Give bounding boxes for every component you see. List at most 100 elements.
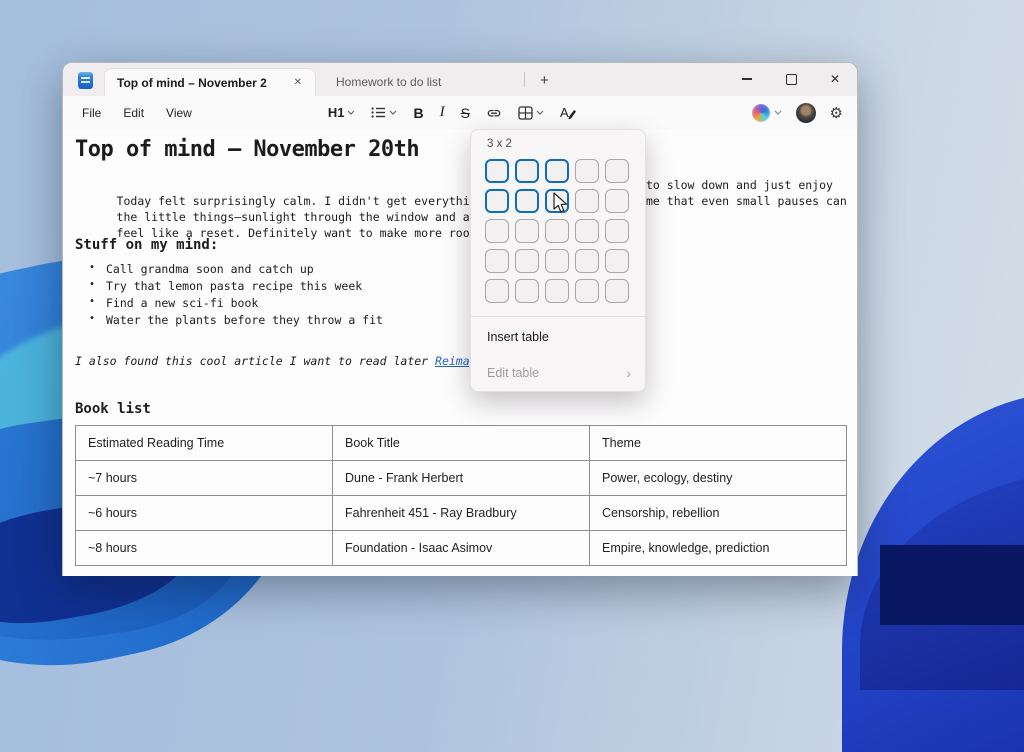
table-button[interactable] [511,102,551,124]
grid-cell[interactable] [605,219,629,243]
menu-edit[interactable]: Edit [112,101,155,125]
table-cell: ~8 hours [75,530,333,566]
minimize-button[interactable] [725,63,769,95]
minimize-icon [742,78,752,80]
caption-buttons: ✕ [725,63,857,95]
menu-view[interactable]: View [155,101,203,125]
link-button[interactable] [479,102,509,124]
list-item-text: Try that lemon pasta recipe this week [106,279,363,293]
table-row: ~7 hours Dune - Frank Herbert Power, eco… [75,460,847,496]
menu-item-edit-table: Edit table › [471,356,645,390]
tab-bar: Top of mind – November 2 ✕ Homework to d… [63,63,857,96]
new-tab-button[interactable]: + [535,72,554,89]
table-row: ~6 hours Fahrenheit 451 - Ray Bradbury C… [75,495,847,531]
maximize-button[interactable] [769,63,813,95]
svg-text:A: A [560,105,569,120]
rewrite-icon: A [560,105,576,120]
rewrite-button[interactable]: A [553,101,584,124]
grid-cell[interactable] [605,249,629,273]
table-header-row: Estimated Reading Time Book Title Theme [75,425,847,461]
table-header-cell: Theme [589,425,847,461]
chevron-down-icon [774,110,781,115]
menu-file[interactable]: File [71,101,112,125]
wallpaper-bloom-right-navy [880,545,1024,625]
wallpaper-bloom-right-inner [860,470,1024,690]
table-heading: Book list [75,401,151,417]
grid-cell[interactable] [575,189,599,213]
table-cell: Empire, knowledge, prediction [589,530,847,566]
wallpaper-bloom-right [842,392,1024,752]
grid-cell[interactable] [575,279,599,303]
grid-cell[interactable] [545,219,569,243]
table-header-cell: Estimated Reading Time [75,425,333,461]
chevron-down-icon [536,110,544,115]
tab-homework[interactable]: Homework to do list [324,68,524,96]
table-cell: ~6 hours [75,495,333,531]
strikethrough-button[interactable]: S [454,101,477,125]
notepad-app-icon [78,72,93,89]
grid-cell[interactable] [515,189,539,213]
copilot-button[interactable] [751,103,782,122]
grid-cell[interactable] [545,159,569,183]
close-button[interactable]: ✕ [813,63,857,95]
note-line: I also found this cool article I want to… [75,354,477,368]
tab-separator [524,72,525,87]
format-group: H1 B I S A [321,100,584,125]
table-cell: Dune - Frank Herbert [332,460,590,496]
grid-cell[interactable] [515,279,539,303]
heading-style-button[interactable]: H1 [321,101,363,124]
tab-label: Top of mind – November 2 [117,75,267,90]
grid-cell[interactable] [605,189,629,213]
grid-cell[interactable] [605,279,629,303]
grid-cell[interactable] [515,249,539,273]
tab-close-icon[interactable]: ✕ [289,75,307,90]
table-cell: Fahrenheit 451 - Ray Bradbury [332,495,590,531]
chevron-down-icon [390,110,397,115]
menu-item-insert-table[interactable]: Insert table [471,320,645,354]
copilot-icon [751,103,770,122]
list-style-button[interactable] [364,102,404,123]
grid-cell[interactable] [485,279,509,303]
paragraph-text: me that even small pauses can [646,194,847,208]
table-icon [518,105,533,120]
bullet-list-icon [371,107,386,118]
grid-cell[interactable] [575,159,599,183]
grid-cell[interactable] [545,279,569,303]
tab-label: Homework to do list [336,75,442,89]
grid-cell[interactable] [485,159,509,183]
maximize-icon [785,73,797,85]
grid-cell[interactable] [605,159,629,183]
document-title: Top of mind – November 20th [75,137,420,162]
grid-cell[interactable] [545,249,569,273]
table-size-grid [485,159,629,303]
desktop: { "window": { "tabs": [ {"label": "Top o… [0,0,1024,752]
grid-cell[interactable] [515,159,539,183]
chevron-right-icon: › [626,365,631,381]
grid-cell[interactable] [575,249,599,273]
list-item: Water the plants before they throw a fit [89,313,383,327]
italic-button[interactable]: I [433,100,452,125]
account-avatar[interactable] [795,102,816,123]
grid-cell[interactable] [485,219,509,243]
grid-cell[interactable] [515,219,539,243]
list-item: Find a new sci-fi book [89,296,258,310]
grid-cell[interactable] [575,219,599,243]
list-item-text: Water the plants before they throw a fit [106,313,383,327]
notepad-window: Top of mind – November 2 ✕ Homework to d… [62,62,858,576]
tab-top-of-mind[interactable]: Top of mind – November 2 ✕ [104,68,316,96]
list-item: Try that lemon pasta recipe this week [89,279,362,293]
list-item-text: Find a new sci-fi book [106,296,259,310]
section-heading: Stuff on my mind: [75,237,219,253]
table-cell: Foundation - Isaac Asimov [332,530,590,566]
settings-gear-icon[interactable]: ⚙ [830,104,843,122]
grid-cell[interactable] [485,189,509,213]
table-size-label: 3 x 2 [487,138,512,150]
table-row: ~8 hours Foundation - Isaac Asimov Empir… [75,530,847,566]
editor-canvas[interactable]: Top of mind – November 20th Today felt s… [63,129,857,576]
table-header-cell: Book Title [332,425,590,461]
mouse-cursor [553,192,568,213]
bold-button[interactable]: B [406,101,430,125]
menu-divider [471,316,645,317]
edit-table-label: Edit table [487,366,540,380]
grid-cell[interactable] [485,249,509,273]
